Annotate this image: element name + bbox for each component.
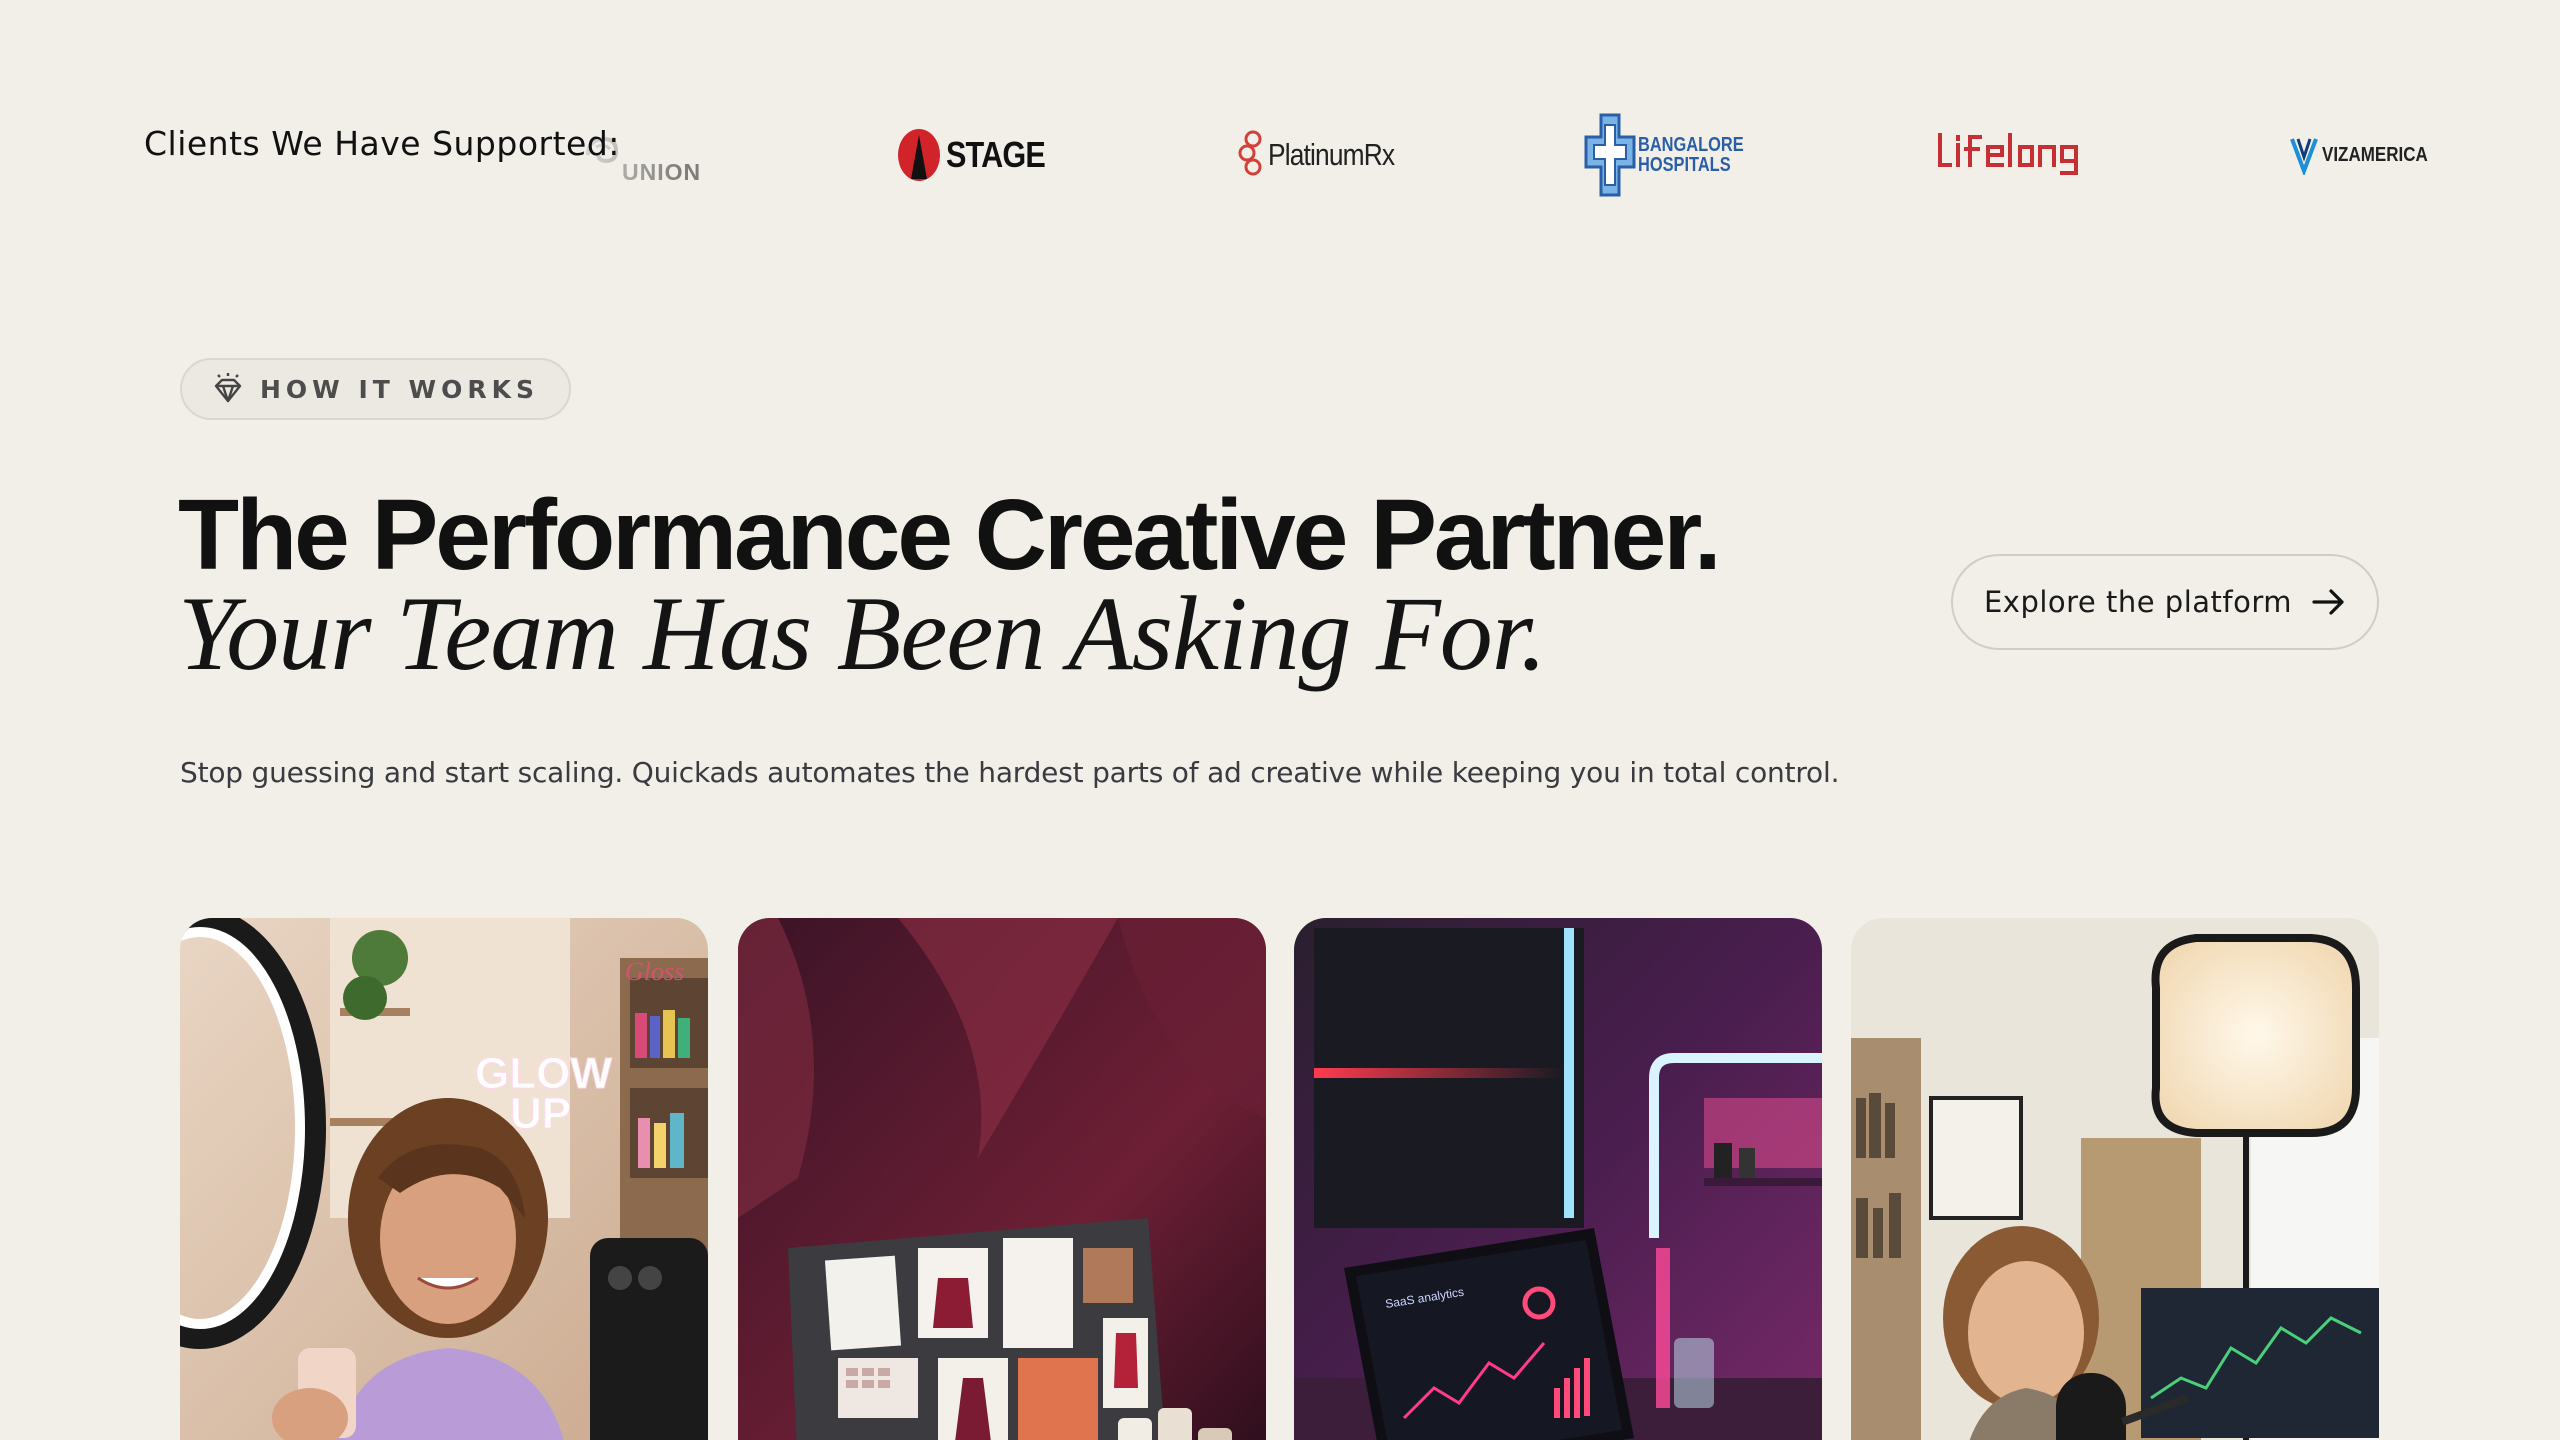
analytics-desk-image: SaaS analytics — [1294, 918, 1822, 1440]
client-logo-bangalore-hospitals: BANGALORE HOSPITALS — [1584, 105, 1767, 205]
fashion-moodboard-card[interactable] — [738, 918, 1266, 1440]
hospital-cross-icon — [1584, 113, 1636, 197]
stage-logo-text: STAGE — [946, 134, 1046, 175]
explore-platform-button[interactable]: Explore the platform — [1951, 554, 2379, 650]
section-description: Stop guessing and start scaling. Quickad… — [180, 756, 1840, 789]
fashion-moodboard-image — [738, 918, 1266, 1440]
page: UNION STAGE PlatinumRx — [0, 0, 2560, 1440]
diamond-sparkle-icon — [214, 373, 242, 403]
bangalore-logo-line2: HOSPITALS — [1638, 154, 1731, 176]
client-logo-vizamerica: VIZAMERICA — [2290, 105, 2446, 205]
vizamerica-mark-icon — [2290, 138, 2318, 175]
platinumrx-logo-text: PlatinumRx — [1268, 137, 1395, 172]
client-logo-stage: STAGE — [896, 105, 1062, 205]
arrow-right-icon — [2312, 589, 2344, 615]
stage-mark-icon — [898, 129, 940, 181]
podcast-presenter-image — [1851, 918, 2379, 1440]
vizamerica-logo-text: VIZAMERICA — [2322, 143, 2428, 166]
bangalore-logo-line1: BANGALORE — [1638, 134, 1744, 156]
client-logo-platinumrx: PlatinumRx — [1238, 105, 1417, 205]
creator-beauty-card[interactable]: Gloss GLOW UP — [180, 918, 708, 1440]
clients-strip: UNION STAGE PlatinumRx — [0, 0, 2560, 290]
creator-beauty-image: Gloss GLOW UP — [180, 918, 708, 1440]
analytics-desk-card[interactable]: SaaS analytics — [1294, 918, 1822, 1440]
hero-headline: The Performance Creative Partner. Your T… — [178, 479, 1878, 692]
explore-platform-label: Explore the platform — [1983, 585, 2293, 619]
client-logo-lifelong — [1936, 105, 2086, 205]
clients-label: Clients We Have Supported: — [144, 124, 620, 163]
headline-sub: Your Team Has Been Asking For. — [178, 575, 1547, 692]
shelf-sign-text: Gloss — [625, 957, 684, 986]
lifelong-wordmark-icon — [1938, 133, 2078, 175]
image-cards-row: Gloss GLOW UP SaaS analytics — [180, 918, 2380, 1440]
bangalore-logo-text: BANGALORE HOSPITALS — [1638, 135, 1744, 175]
how-it-works-badge: HOW IT WORKS — [180, 358, 571, 420]
headline-main: The Performance Creative Partner. — [178, 479, 1722, 591]
podcast-presenter-card[interactable] — [1851, 918, 2379, 1440]
platinumrx-mark-icon — [1238, 130, 1262, 176]
glow-sign-line2: UP — [510, 1089, 571, 1138]
badge-label: HOW IT WORKS — [260, 374, 539, 404]
